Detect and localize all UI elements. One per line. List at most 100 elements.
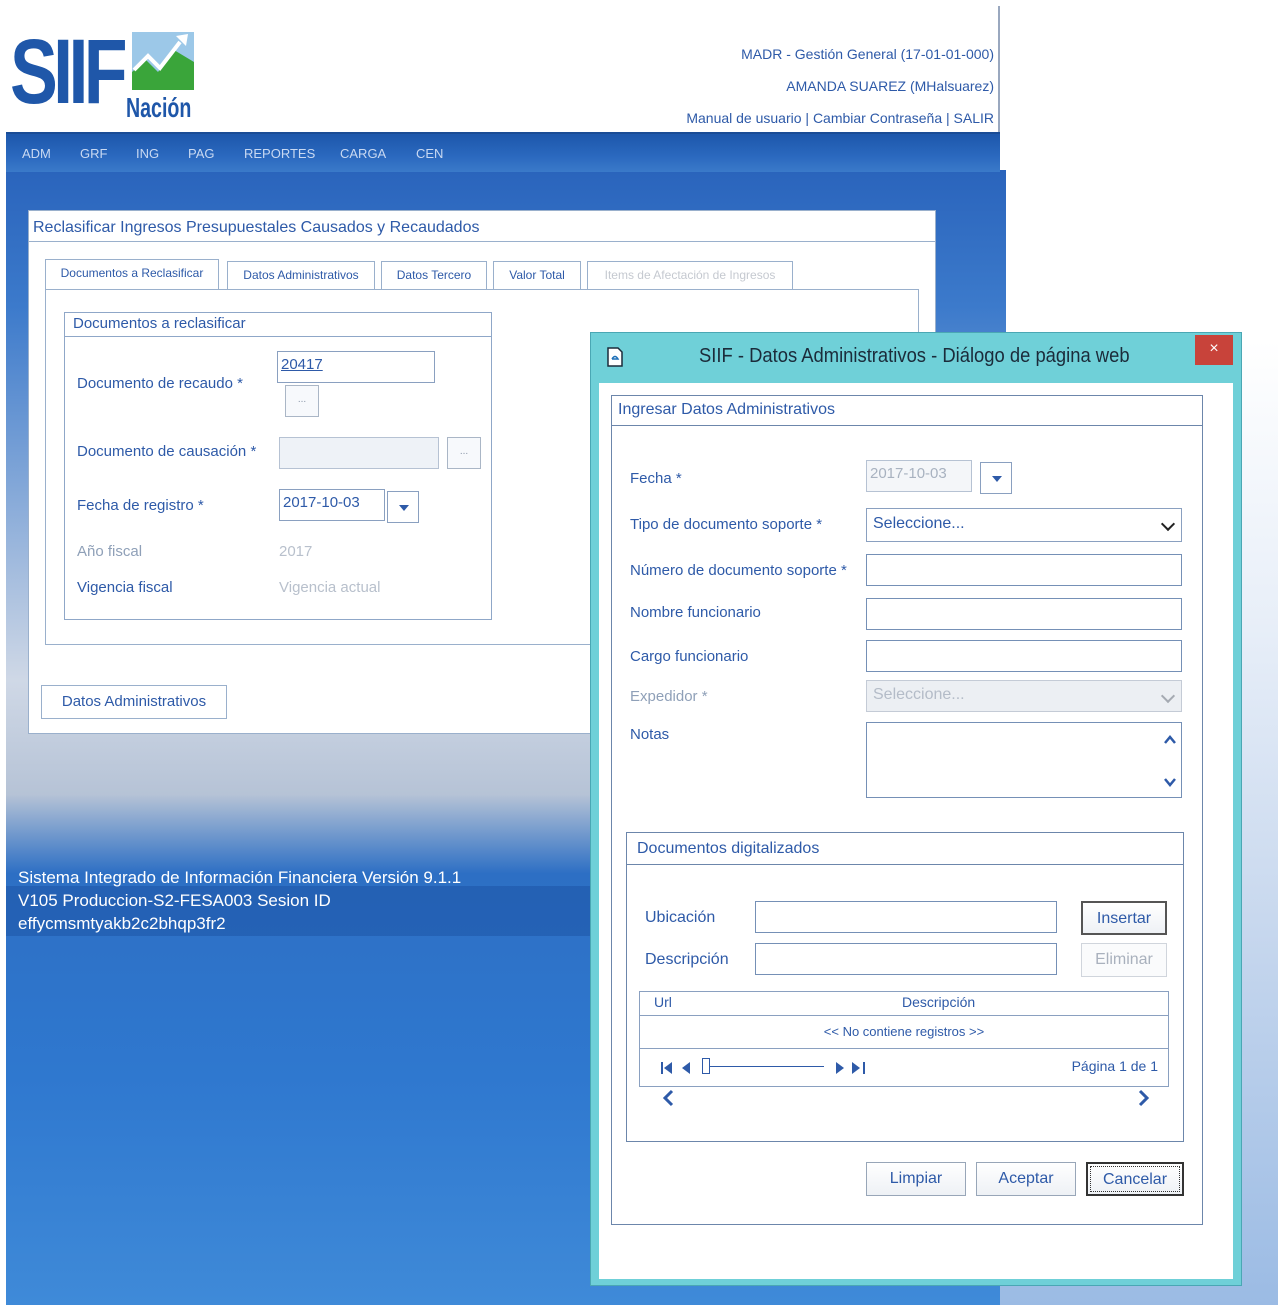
- recaudo-value: 20417: [281, 356, 323, 373]
- aceptar-button[interactable]: Aceptar: [976, 1162, 1076, 1196]
- notas-label: Notas: [630, 726, 670, 743]
- menu-item-adm[interactable]: ADM: [22, 146, 51, 161]
- fecha-label: Fecha *: [630, 470, 682, 487]
- header-user-info: MADR - Gestión General (17-01-01-000) AM…: [686, 38, 994, 134]
- expedidor-value: Seleccione...: [873, 686, 965, 703]
- fecha-registro-input[interactable]: 2017-10-03: [279, 489, 385, 521]
- entity-label: MADR - Gestión General (17-01-01-000): [741, 46, 994, 62]
- limpiar-button[interactable]: Limpiar: [866, 1162, 966, 1196]
- tipo-documento-label: Tipo de documento soporte *: [630, 516, 823, 533]
- footer-version: Sistema Integrado de Información Financi…: [18, 868, 462, 887]
- documentos-grid: Url Descripción << No contiene registros…: [639, 991, 1169, 1087]
- grid-header-url[interactable]: Url: [654, 994, 672, 1010]
- grid-header: Url Descripción: [640, 992, 1168, 1016]
- close-icon[interactable]: ×: [1195, 335, 1233, 365]
- menu-item-pag[interactable]: PAG: [188, 146, 215, 161]
- manual-link[interactable]: Manual de usuario: [686, 110, 801, 126]
- menu-item-carga[interactable]: CARGA: [340, 146, 386, 161]
- tab-items-afectacion: Items de Afectación de Ingresos: [587, 261, 793, 289]
- grid-divider: [640, 1048, 1168, 1049]
- tab-documentos-reclasificar[interactable]: Documentos a Reclasificar: [45, 259, 219, 289]
- vigencia-fiscal-value: Vigencia actual: [279, 579, 381, 596]
- fecha-registro-calendar-button[interactable]: [387, 491, 419, 523]
- anio-fiscal-value: 2017: [279, 543, 313, 560]
- nombre-funcionario-input[interactable]: [866, 598, 1182, 630]
- scroll-down-icon[interactable]: [1163, 775, 1177, 789]
- cancelar-button[interactable]: Cancelar: [1086, 1162, 1184, 1196]
- numero-documento-input[interactable]: [866, 554, 1182, 586]
- datos-administrativos-button[interactable]: Datos Administrativos: [41, 685, 227, 719]
- logo-text: SIIF: [10, 21, 128, 123]
- cargo-funcionario-input[interactable]: [866, 640, 1182, 672]
- dialog-titlebar[interactable]: SIIF - Datos Administrativos - Diálogo d…: [591, 333, 1241, 383]
- user-label: AMANDA SUAREZ (MHalsuarez): [786, 78, 994, 94]
- grid-header-descripcion[interactable]: Descripción: [902, 994, 975, 1010]
- logo-chart-icon: [132, 32, 194, 90]
- insertar-button[interactable]: Insertar: [1081, 901, 1167, 935]
- vigencia-fiscal-label: Vigencia fiscal: [77, 579, 173, 596]
- menu-item-ing[interactable]: ING: [136, 146, 159, 161]
- footer-server: V105 Produccion-S2-FESA003 Sesion ID: [18, 891, 331, 910]
- fieldset-title: Documentos a reclasificar: [65, 313, 491, 337]
- form-title: Ingresar Datos Administrativos: [612, 396, 1202, 426]
- eliminar-button: Eliminar: [1081, 943, 1167, 977]
- chevron-down-icon: [1160, 688, 1176, 704]
- documentos-digitalizados-section: Documentos digitalizados Ubicación Inser…: [626, 832, 1184, 1142]
- grid-empty-message: << No contiene registros >>: [823, 1024, 985, 1039]
- last-page-icon[interactable]: [832, 1060, 868, 1076]
- ubicacion-label: Ubicación: [645, 909, 716, 926]
- descripcion-input[interactable]: [755, 943, 1057, 975]
- notas-textarea[interactable]: [866, 722, 1182, 798]
- dialog-title: SIIF - Datos Administrativos - Diálogo d…: [699, 345, 1130, 367]
- anio-fiscal-label: Año fiscal: [77, 543, 143, 560]
- page-slider-handle[interactable]: [702, 1058, 710, 1074]
- logo-subtitle: Nación: [126, 92, 192, 123]
- link-separator: |: [805, 110, 810, 126]
- nombre-funcionario-label: Nombre funcionario: [630, 604, 761, 621]
- menu-item-grf[interactable]: GRF: [80, 146, 107, 161]
- chevron-down-icon: [1160, 516, 1176, 532]
- app-header: SIIF Nación MADR - Gestión General (17-0…: [6, 6, 1000, 132]
- causacion-search-button[interactable]: ...: [447, 437, 481, 469]
- tab-datos-administrativos[interactable]: Datos Administrativos: [227, 261, 375, 289]
- fecha-calendar-button[interactable]: [980, 462, 1012, 494]
- ubicacion-input[interactable]: [755, 901, 1057, 933]
- header-links: Manual de usuario | Cambiar Contraseña |…: [686, 102, 994, 134]
- footer-info: Sistema Integrado de Información Financi…: [18, 866, 461, 935]
- datos-administrativos-form: Ingresar Datos Administrativos Fecha * 2…: [611, 395, 1203, 1225]
- page-slider-track[interactable]: [710, 1066, 824, 1067]
- recaudo-input[interactable]: 20417: [277, 351, 435, 383]
- link-separator: |: [946, 110, 950, 126]
- tab-valor-total[interactable]: Valor Total: [493, 261, 581, 289]
- menu-item-reportes[interactable]: REPORTES: [244, 146, 315, 161]
- siif-logo: SIIF Nación: [10, 26, 200, 134]
- digitalizados-title: Documentos digitalizados: [627, 833, 1183, 865]
- change-password-link[interactable]: Cambiar Contraseña: [813, 110, 942, 126]
- cargo-funcionario-label: Cargo funcionario: [630, 648, 749, 665]
- tipo-documento-value: Seleccione...: [873, 515, 965, 532]
- main-menu: ADM GRF ING PAG REPORTES CARGA CEN: [6, 132, 1000, 172]
- causacion-label: Documento de causación *: [77, 443, 257, 460]
- recaudo-label: Documento de recaudo *: [77, 375, 243, 392]
- scroll-up-icon[interactable]: [1163, 733, 1177, 747]
- documentos-fieldset: Documentos a reclasificar Documento de r…: [64, 312, 492, 620]
- expedidor-select: Seleccione...: [866, 680, 1182, 712]
- page-info: Página 1 de 1: [1071, 1058, 1158, 1074]
- tipo-documento-select[interactable]: Seleccione...: [866, 508, 1182, 542]
- web-page-icon: [607, 347, 623, 367]
- fecha-registro-label: Fecha de registro *: [77, 497, 204, 514]
- causacion-input[interactable]: [279, 437, 439, 469]
- expedidor-label: Expedidor *: [630, 688, 708, 705]
- first-page-icon[interactable]: [660, 1060, 696, 1076]
- scroll-left-icon[interactable]: [661, 1089, 677, 1107]
- numero-documento-label: Número de documento soporte *: [630, 562, 847, 579]
- tab-datos-tercero[interactable]: Datos Tercero: [381, 261, 487, 289]
- exit-link[interactable]: SALIR: [954, 110, 994, 126]
- footer-session: effycmsmtyakb2c2bhqp3fr2: [18, 914, 226, 933]
- descripcion-label: Descripción: [645, 951, 729, 968]
- fecha-input[interactable]: 2017-10-03: [866, 460, 972, 492]
- dialog-content: Ingresar Datos Administrativos Fecha * 2…: [599, 383, 1233, 1279]
- scroll-right-icon[interactable]: [1135, 1089, 1151, 1107]
- recaudo-search-button[interactable]: ...: [285, 385, 319, 417]
- menu-item-cen[interactable]: CEN: [416, 146, 443, 161]
